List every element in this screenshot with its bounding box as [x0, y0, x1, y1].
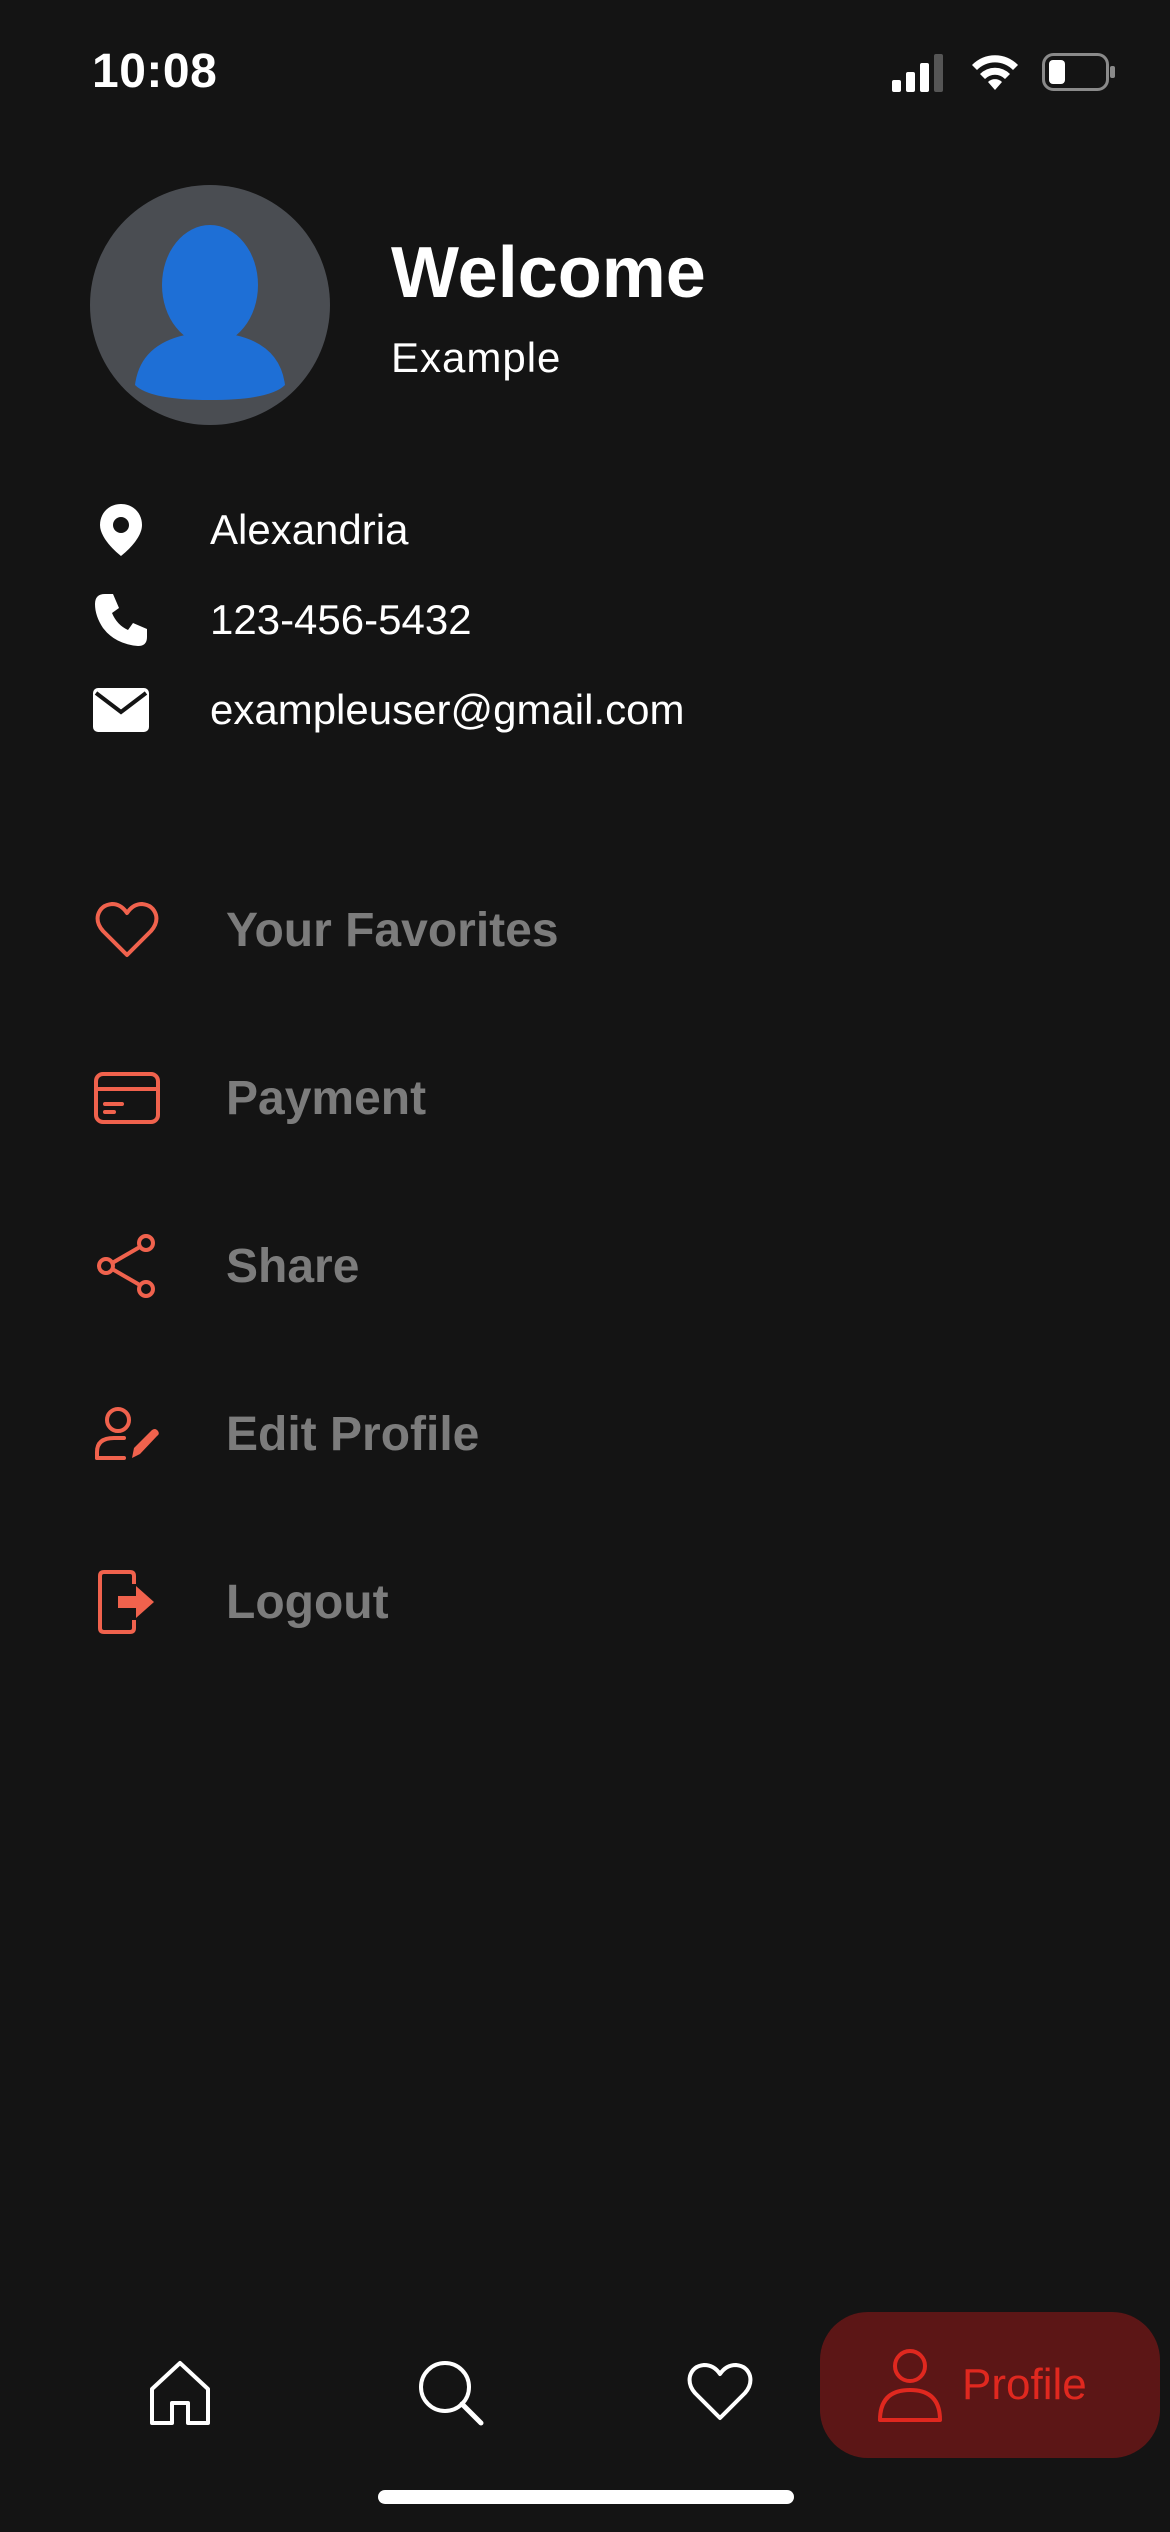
menu-share-label: Share — [226, 1239, 360, 1293]
menu-edit-profile-label: Edit Profile — [226, 1407, 480, 1461]
heart-icon — [90, 893, 164, 967]
nav-profile-active[interactable]: Profile — [820, 2312, 1160, 2458]
menu-payment-label: Payment — [226, 1071, 427, 1125]
nav-profile-label: Profile — [962, 2360, 1087, 2409]
bottom-nav: Profile — [0, 2310, 1170, 2460]
home-indicator[interactable] — [378, 2490, 794, 2504]
menu-logout-label: Logout — [226, 1575, 389, 1629]
phone-text: 123-456-5432 — [210, 596, 472, 643]
nav-favorites[interactable] — [680, 2352, 760, 2432]
avatar[interactable] — [90, 185, 330, 425]
menu-share[interactable]: Share — [90, 1216, 990, 1316]
user-silhouette-icon — [135, 225, 285, 400]
phone-row: 123-456-5432 — [90, 589, 472, 651]
status-time: 10:08 — [92, 45, 218, 98]
menu-payment[interactable]: Payment — [90, 1048, 990, 1148]
location-text: Alexandria — [210, 506, 409, 553]
mail-icon — [90, 679, 152, 741]
welcome-title: Welcome — [391, 233, 706, 313]
signal-icon — [892, 54, 943, 92]
wifi-icon — [972, 55, 1018, 90]
profile-screen: 10:08 Welcome Example Alexandria 123-456… — [0, 0, 1170, 2532]
location-row: Alexandria — [90, 499, 408, 561]
menu-favorites[interactable]: Your Favorites — [90, 880, 990, 980]
status-icons — [892, 52, 1116, 92]
edit-user-icon — [90, 1397, 164, 1471]
username: Example — [391, 334, 562, 381]
person-icon — [878, 2349, 942, 2422]
nav-search[interactable] — [410, 2352, 490, 2432]
nav-home[interactable] — [140, 2352, 220, 2432]
email-row: exampleuser@gmail.com — [90, 679, 684, 741]
home-icon — [150, 2361, 210, 2425]
location-pin-icon — [90, 499, 152, 561]
menu-edit-profile[interactable]: Edit Profile — [90, 1384, 990, 1484]
email-text: exampleuser@gmail.com — [210, 686, 685, 733]
battery-icon — [1042, 53, 1115, 91]
menu-favorites-label: Your Favorites — [226, 903, 559, 957]
logout-icon — [90, 1565, 164, 1639]
search-icon — [419, 2361, 484, 2426]
share-icon — [90, 1229, 164, 1303]
card-icon — [90, 1061, 164, 1135]
phone-icon — [90, 589, 152, 651]
heart-icon — [687, 2363, 753, 2420]
menu-logout[interactable]: Logout — [90, 1552, 990, 1652]
